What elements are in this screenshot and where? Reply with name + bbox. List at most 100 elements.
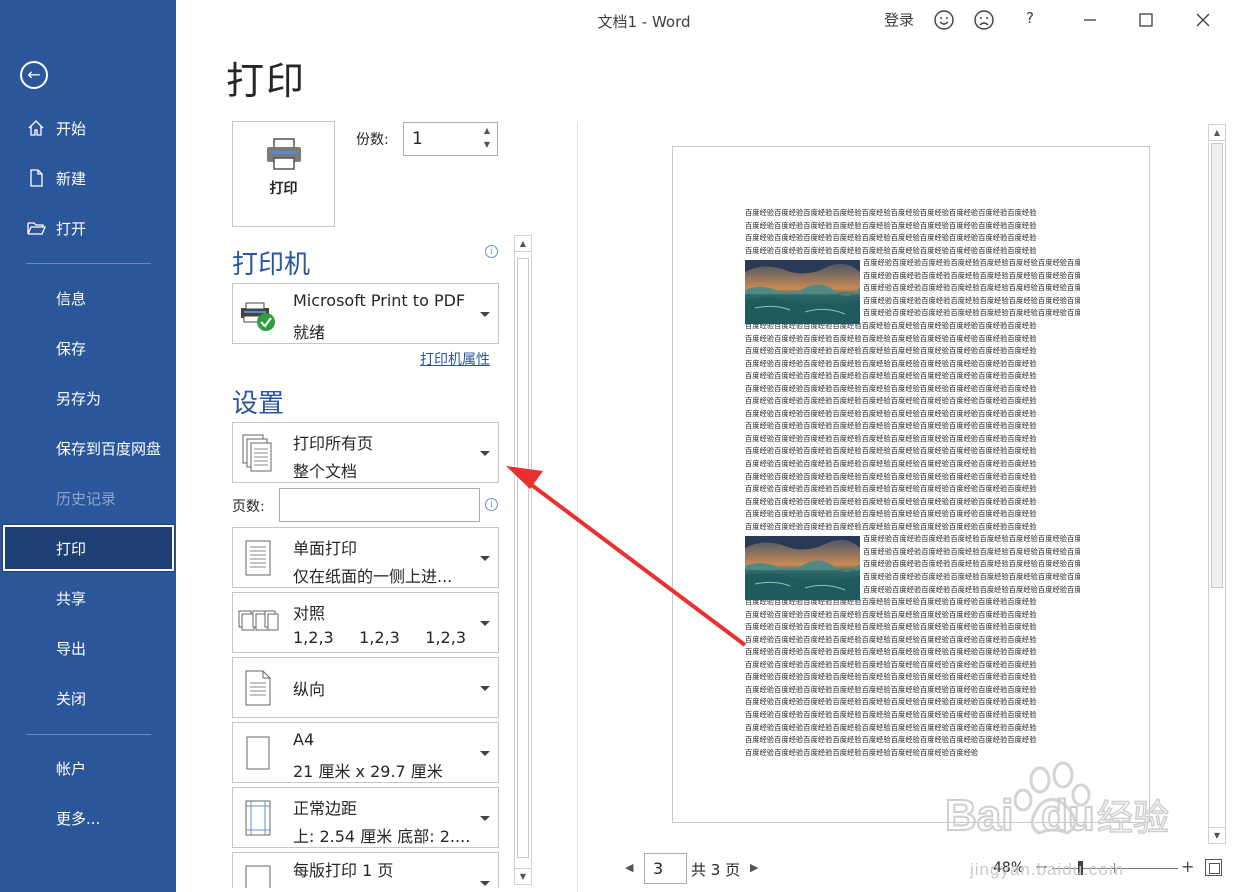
one-sided-icon (245, 540, 271, 576)
pages-per-sheet-dropdown[interactable]: 每版打印 1 页 (232, 852, 499, 888)
sidebar-item-home[interactable]: 开始 (0, 108, 176, 148)
close-icon[interactable] (1191, 8, 1215, 32)
collate-dropdown[interactable]: 对照 1,2,3 1,2,3 1,2,3 (232, 592, 499, 653)
copies-spinner[interactable]: ▲ ▼ (480, 124, 494, 154)
collate-icon (238, 610, 279, 631)
back-arrow-icon[interactable]: ← (20, 61, 48, 89)
panel-divider (577, 121, 578, 892)
sidebar-item-label: 共享 (56, 589, 87, 608)
scroll-thumb[interactable] (517, 258, 529, 858)
maximize-icon[interactable] (1134, 8, 1158, 32)
preview-seascape-image (745, 260, 860, 324)
preview-text-line: 百度经验百度经验百度经验百度经验百度经验百度经验百度经验百度经验百度经验百度经验 (863, 571, 1080, 581)
title-bar: 文档1 - Word 登录 ? (176, 0, 1233, 40)
preview-text-line: 百度经验百度经验百度经验百度经验百度经验百度经验百度经验百度经验百度经验百度经验 (745, 622, 1037, 632)
sidebar-item-export[interactable]: 导出 (0, 628, 176, 668)
zoom-in-icon[interactable]: + (1181, 857, 1194, 876)
scroll-thumb[interactable] (1211, 143, 1223, 588)
preview-text-line: 百度经验百度经验百度经验百度经验百度经验百度经验百度经验百度经验百度经验百度经验 (745, 396, 1037, 406)
sidebar-item-save-as[interactable]: 另存为 (0, 378, 176, 418)
pages-per-sheet-label: 每版打印 1 页 (293, 861, 394, 880)
help-button[interactable]: ? (1026, 9, 1034, 27)
preview-text-line: 百度经验百度经验百度经验百度经验百度经验百度经验百度经验百度经验百度经验百度经验 (745, 346, 1037, 356)
current-page-input[interactable]: 3 (644, 853, 687, 884)
scroll-down-icon[interactable]: ▼ (1209, 827, 1225, 843)
collate-line1: 对照 (293, 604, 326, 623)
scroll-up-icon[interactable]: ▲ (1209, 125, 1225, 141)
chevron-down-icon (480, 685, 490, 691)
printer-properties-link[interactable]: 打印机属性 (420, 349, 490, 369)
chevron-down-icon (480, 815, 490, 821)
sidebar-item-save-to-baidu[interactable]: 保存到百度网盘 (0, 428, 176, 468)
open-folder-icon (27, 222, 46, 235)
sidebar-item-history: 历史记录 (0, 478, 176, 518)
paper-size-line2: 21 厘米 x 29.7 厘米 (293, 762, 443, 781)
sign-in-link[interactable]: 登录 (884, 9, 914, 30)
preview-text-line: 百度经验百度经验百度经验百度经验百度经验百度经验百度经验百度经验百度经验百度经验 (745, 358, 1037, 368)
previous-page-icon[interactable]: ◀ (625, 861, 633, 874)
preview-text-line: 百度经验百度经验百度经验百度经验百度经验百度经验百度经验百度经验百度经验百度经验 (745, 496, 1037, 506)
scroll-up-icon[interactable]: ▲ (515, 236, 531, 252)
total-pages-label: 共 3 页 (691, 861, 741, 879)
preview-text-line: 百度经验百度经验百度经验百度经验百度经验百度经验百度经验百度经验百度经验百度经验 (745, 672, 1037, 682)
sidebar-item-new[interactable]: 新建 (0, 158, 176, 198)
preview-scrollbar[interactable]: ▲ ▼ (1208, 124, 1226, 844)
margins-line1: 正常边距 (293, 799, 358, 818)
smile-feedback-icon[interactable] (932, 8, 956, 32)
scroll-down-icon[interactable]: ▼ (515, 868, 531, 884)
preview-text-line: 百度经验百度经验百度经验百度经验百度经验百度经验百度经验百度经验百度经验百度经验 (863, 559, 1080, 569)
sidebar-item-close[interactable]: 关闭 (0, 678, 176, 718)
preview-text-line: 百度经验百度经验百度经验百度经验百度经验百度经验百度经验百度经验百度经验百度经验 (745, 446, 1037, 456)
printer-ready-icon (241, 302, 275, 331)
pages-input[interactable] (279, 488, 480, 522)
sides-line2: 仅在纸面的一侧上进... (293, 567, 453, 586)
sidebar-item-account[interactable]: 帐户 (0, 748, 176, 788)
preview-text-line: 百度经验百度经验百度经验百度经验百度经验百度经验百度经验百度经验百度经验百度经验 (745, 220, 1037, 230)
sidebar-item-label: 新建 (56, 169, 87, 188)
print-range-line1: 打印所有页 (293, 434, 374, 453)
preview-text-line: 百度经验百度经验百度经验百度经验百度经验百度经验百度经验百度经验百度经验百度经验 (745, 408, 1037, 418)
sidebar-item-label: 保存 (56, 339, 87, 358)
printer-dropdown[interactable]: Microsoft Print to PDF 就绪 (232, 283, 499, 344)
info-icon[interactable]: i (485, 245, 498, 258)
sidebar-item-share[interactable]: 共享 (0, 578, 176, 618)
sidebar-item-open[interactable]: 打开 (0, 208, 176, 248)
svg-text:经验: 经验 (1097, 798, 1169, 839)
preview-text-line: 百度经验百度经验百度经验百度经验百度经验百度经验百度经验百度经验百度经验百度经验 (863, 270, 1080, 280)
sidebar-item-more[interactable]: 更多... (0, 798, 176, 838)
preview-text-line: 百度经验百度经验百度经验百度经验百度经验百度经验百度经验百度经验百度经验百度经验 (863, 308, 1080, 318)
settings-scrollbar[interactable]: ▲ ▼ (514, 235, 532, 885)
preview-text-line: 百度经验百度经验百度经验百度经验百度经验百度经验百度经验百度经验百度经验百度经验 (745, 684, 1037, 694)
print-range-dropdown[interactable]: 打印所有页 整个文档 (232, 422, 499, 483)
paper-size-dropdown[interactable]: A4 21 厘米 x 29.7 厘米 (232, 722, 499, 783)
minimize-icon[interactable] (1078, 8, 1102, 32)
frown-feedback-icon[interactable] (972, 8, 996, 32)
preview-text-line: 百度经验百度经验百度经验百度经验百度经验百度经验百度经验百度经验百度经验百度经验 (745, 647, 1037, 657)
sidebar-item-label: 关闭 (56, 689, 87, 708)
info-icon[interactable]: i (485, 498, 498, 511)
zoom-to-page-icon[interactable] (1205, 859, 1222, 876)
print-button-label: 打印 (269, 181, 298, 197)
preview-text-line: 百度经验百度经验百度经验百度经验百度经验百度经验百度经验百度经验百度经验百度经验 (863, 258, 1080, 268)
sidebar-item-print[interactable]: 打印 (2, 524, 175, 572)
svg-text:Bai: Bai (945, 791, 1013, 840)
portrait-icon (245, 670, 271, 706)
preview-text-line: 百度经验百度经验百度经验百度经验百度经验百度经验百度经验百度经验百度经验百度经验 (745, 233, 1037, 243)
pages-per-sheet-icon (245, 865, 271, 888)
printer-name: Microsoft Print to PDF (293, 291, 466, 310)
chevron-down-icon (480, 750, 490, 756)
next-page-icon[interactable]: ▶ (750, 861, 758, 874)
print-button[interactable]: 打印 (232, 121, 335, 227)
preview-text-line: 百度经验百度经验百度经验百度经验百度经验百度经验百度经验百度经验百度经验百度经验 (745, 697, 1037, 707)
sidebar-item-save[interactable]: 保存 (0, 328, 176, 368)
preview-text-line: 百度经验百度经验百度经验百度经验百度经验百度经验百度经验百度经验百度经验百度经验 (745, 521, 1037, 531)
chevron-down-icon (480, 620, 490, 626)
orientation-dropdown[interactable]: 纵向 (232, 657, 499, 718)
preview-text-line: 百度经验百度经验百度经验百度经验百度经验百度经验百度经验百度经验百度经验百度经验 (863, 295, 1080, 305)
sides-dropdown[interactable]: 单面打印 仅在纸面的一侧上进... (232, 527, 499, 588)
sidebar-item-info[interactable]: 信息 (0, 278, 176, 318)
preview-text-line: 百度经验百度经验百度经验百度经验百度经验百度经验百度经验百度经验百度经验百度经验 (745, 634, 1037, 644)
preview-text-line: 百度经验百度经验百度经验百度经验百度经验百度经验百度经验百度经验百度经验百度经验 (745, 459, 1037, 468)
new-document-icon (30, 169, 43, 187)
margins-dropdown[interactable]: 正常边距 上: 2.54 厘米 底部: 2.... (232, 787, 499, 848)
